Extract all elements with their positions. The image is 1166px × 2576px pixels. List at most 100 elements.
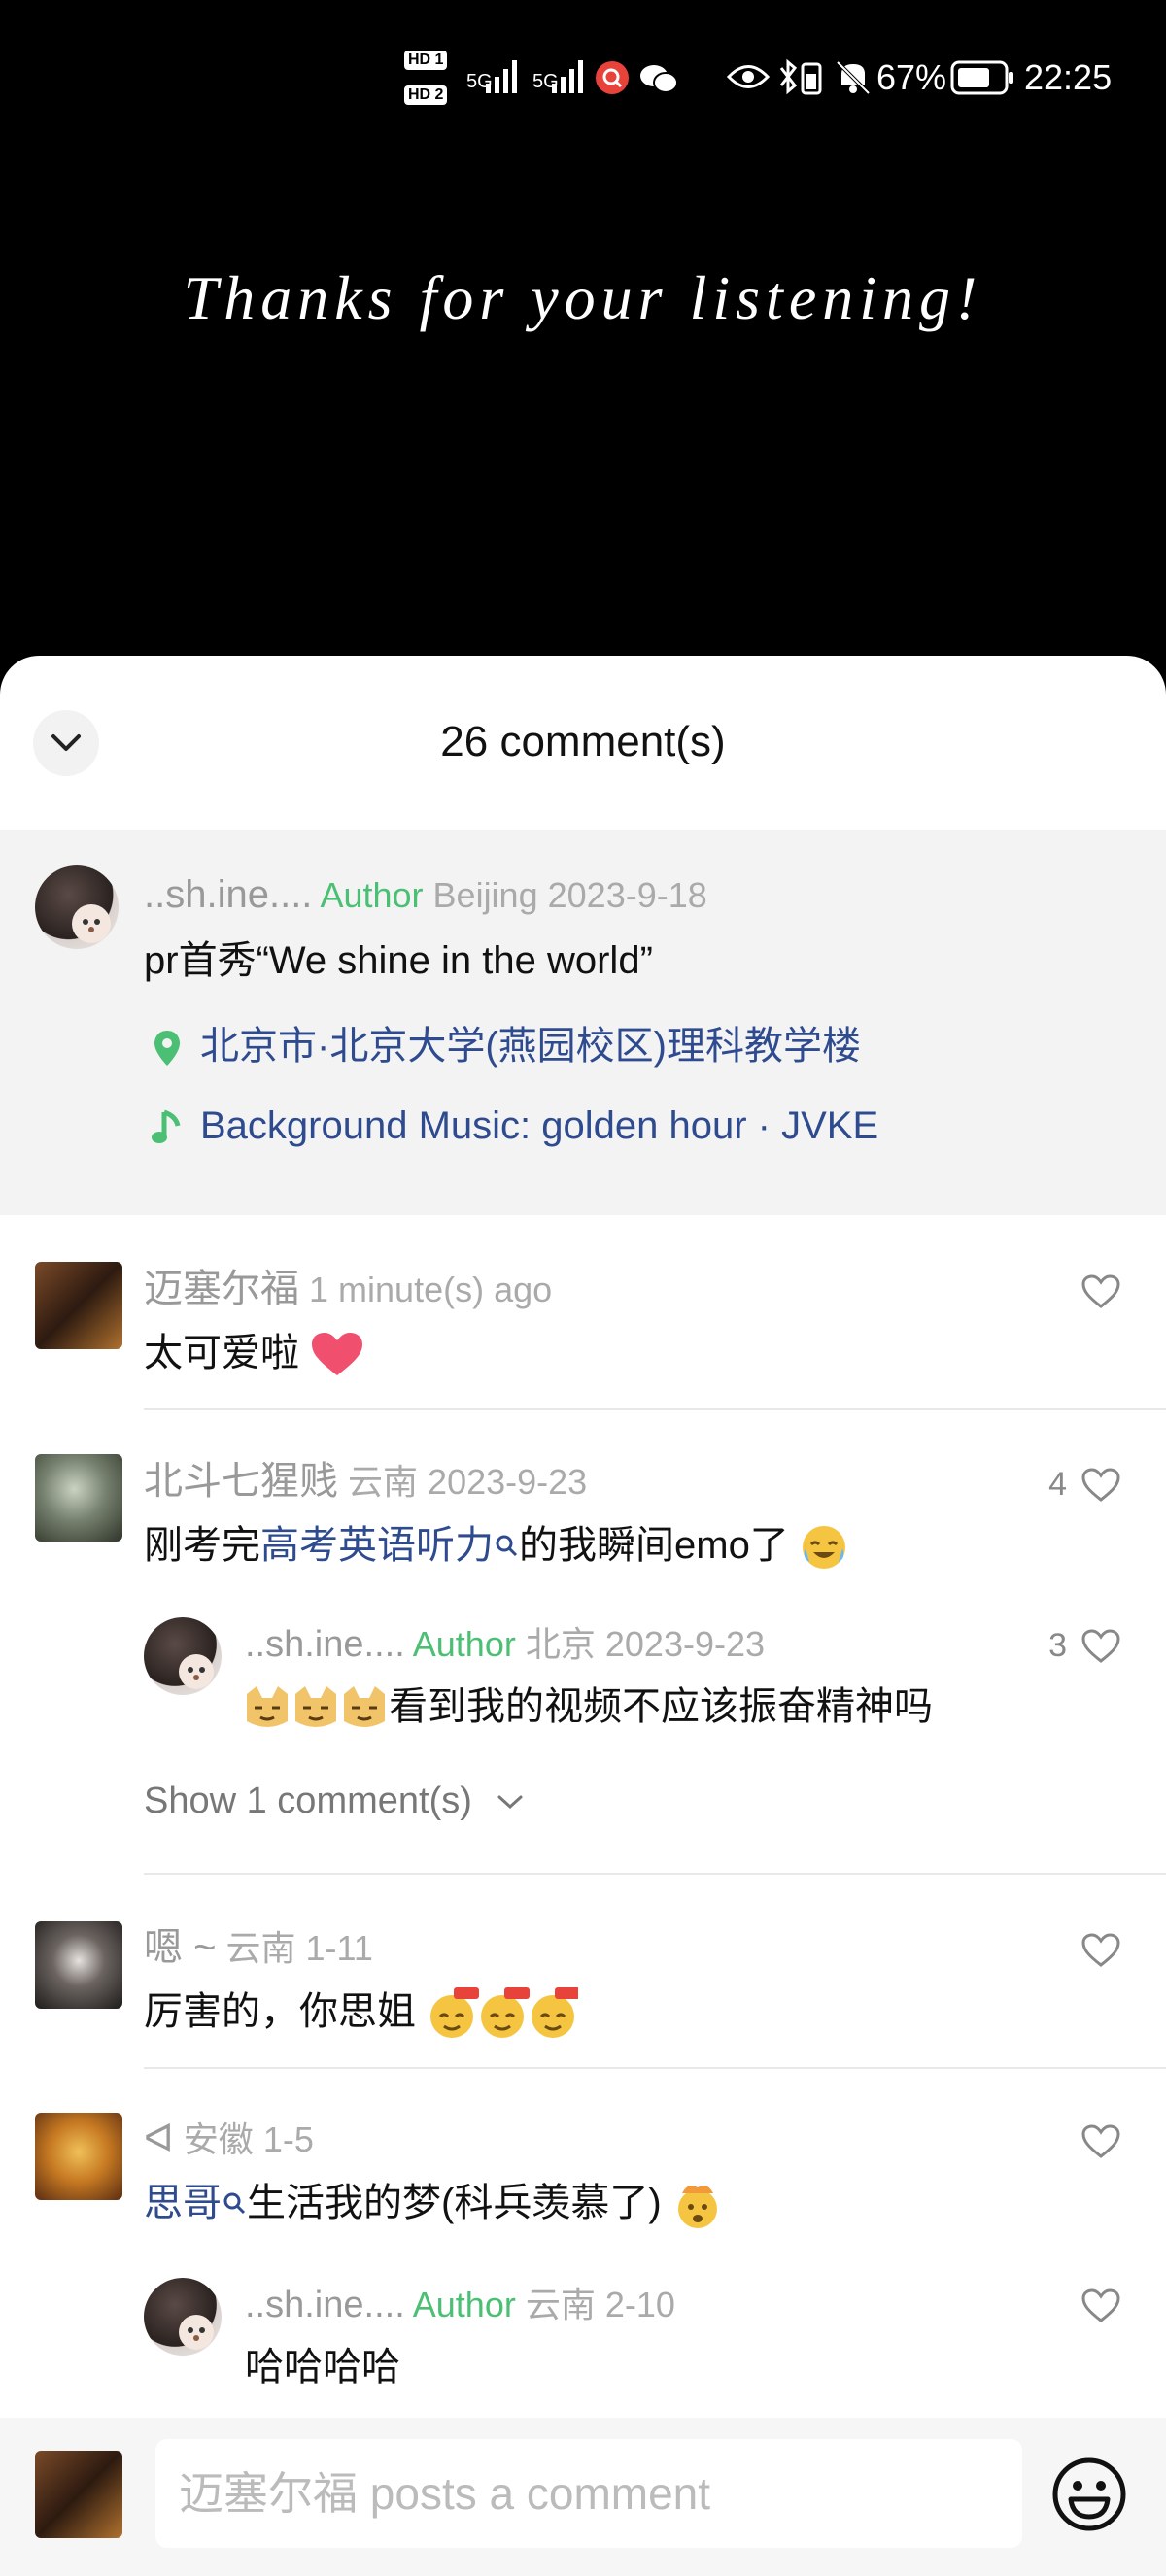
author-avatar[interactable] — [35, 865, 119, 949]
comment-meta: ᐊ 安徽 1-5 — [144, 2116, 314, 2163]
chevron-down-icon — [497, 1795, 523, 1809]
commenter-avatar[interactable] — [35, 1454, 122, 1542]
laughing-crying-emoji-icon — [802, 1526, 845, 1570]
post-username[interactable]: ..sh.ine.... — [144, 873, 312, 916]
hd1-badge: HD 1 — [404, 51, 448, 70]
thumbs-up-666-emoji-icon — [430, 1987, 579, 2039]
post-meta: ..sh.ine.... Author Beijing 2023-9-18 — [144, 871, 707, 919]
comment-text-suffix: 的我瞬间emo了 — [519, 1524, 789, 1567]
comment-input[interactable] — [155, 2439, 1022, 2548]
post-date: 2023-9-18 — [547, 875, 707, 915]
battery-percent: 67% — [876, 57, 947, 97]
status-bar: HD 1 HD 2 5G 5G 67% 22:25 — [0, 0, 1166, 165]
comment-location: 云南 — [348, 1462, 419, 1502]
search-icon — [223, 2192, 246, 2215]
post-music: Background Music: golden hour · JVKE — [200, 1104, 879, 1147]
reply-text: 看到我的视频不应该振奋精神吗 — [243, 1679, 933, 1734]
reply-date: 2-10 — [604, 2285, 675, 2324]
post-place-link[interactable]: 北京市·北京大学(燕园校区)理科教学楼 — [148, 1019, 861, 1073]
music-note-icon — [152, 1110, 181, 1144]
comment-meta: 嗯 ~ 云南 1-11 — [144, 1924, 373, 1972]
comment-count: 26 comment(s) — [440, 718, 726, 765]
reply-username[interactable]: ..sh.ine.... — [245, 2285, 405, 2325]
comment-location: 安徽 — [183, 2119, 254, 2159]
commenter-avatar[interactable] — [35, 2113, 122, 2200]
commenter-name[interactable]: 嗯 ~ — [144, 1926, 216, 1969]
comment-sheet: 26 comment(s) ..sh.ine.... Author Beijin… — [0, 656, 1166, 2576]
comment-date: 2023-9-23 — [428, 1462, 588, 1502]
comment-location: 云南 — [225, 1928, 296, 1968]
comment-text: 太可爱啦 — [144, 1326, 364, 1380]
heart-outline-icon — [1081, 2124, 1120, 2158]
reply-text-content: 看到我的视频不应该振奋精神吗 — [389, 1685, 933, 1728]
clock: 22:25 — [1024, 57, 1113, 97]
like-button[interactable] — [1067, 1932, 1121, 1969]
hd2-badge: HD 2 — [404, 85, 448, 105]
commenter-name[interactable]: ᐊ — [144, 2118, 174, 2160]
search-link[interactable]: 高考英语听力 — [260, 1524, 494, 1567]
comment-text: 刚考完高考英语听力 的我瞬间emo了 — [144, 1518, 848, 1573]
my-avatar[interactable] — [35, 2451, 122, 2538]
search-app-icon — [596, 61, 629, 94]
commenter-name[interactable]: 迈塞尔福 — [144, 1268, 299, 1310]
comment-text: 思哥 生活我的梦(科兵羡慕了) — [144, 2176, 723, 2230]
commenter-name[interactable]: 北斗七猩贱 — [144, 1460, 338, 1503]
commenter-avatar[interactable] — [35, 1262, 122, 1349]
comment-meta: 迈塞尔福 1 minute(s) ago — [144, 1266, 552, 1313]
signal-icon-1 — [486, 60, 517, 93]
post-info: ..sh.ine.... Author Beijing 2023-9-18 pr… — [0, 830, 1166, 1215]
like-button[interactable] — [1067, 1273, 1121, 1310]
comment-text-prefix: 刚考完 — [144, 1524, 260, 1567]
reply-location: 北京 — [525, 1624, 596, 1664]
like-button[interactable]: 3 — [1048, 1627, 1121, 1665]
emoji-picker-icon[interactable] — [1051, 2457, 1127, 2532]
sheet-header: 26 comment(s) — [0, 656, 1166, 830]
heart-outline-icon — [1081, 1628, 1120, 1663]
heart-outline-icon — [1081, 2288, 1120, 2322]
comment-date: 1-11 — [305, 1928, 373, 1968]
comment-text-suffix: 生活我的梦(科兵羡慕了) — [247, 2182, 662, 2224]
author-tag: Author — [412, 2285, 516, 2324]
show-more-replies-button[interactable]: Show 1 comment(s) — [144, 1780, 527, 1822]
author-tag: Author — [412, 1624, 516, 1664]
post-music-link[interactable]: Background Music: golden hour · JVKE — [148, 1099, 878, 1153]
author-tag: Author — [320, 875, 424, 915]
reply-username[interactable]: ..sh.ine.... — [245, 1624, 405, 1665]
heart-outline-icon — [1081, 1467, 1120, 1502]
like-count: 4 — [1048, 1466, 1067, 1503]
divider — [144, 1873, 1166, 1875]
show-more-label: Show 1 comment(s) — [144, 1780, 472, 1821]
reply-text: 哈哈哈哈 — [245, 2346, 400, 2389]
like-button[interactable] — [1067, 2288, 1121, 2324]
heart-outline-icon — [1081, 1274, 1120, 1308]
comment-text-content: 厉害的，你思姐 — [144, 1990, 416, 2033]
heart-outline-icon — [1081, 1933, 1120, 1967]
comment-text-content: 太可爱啦 — [144, 1332, 299, 1374]
post-text: pr首秀“We shine in the world” — [144, 939, 653, 982]
reply-meta: ..sh.ine.... Author 云南 2-10 — [245, 2282, 675, 2328]
comment-input-bar — [0, 2418, 1166, 2576]
wechat-icon — [640, 65, 678, 93]
location-pin-icon — [154, 1031, 180, 1067]
heart-emoji-icon — [312, 1333, 363, 1376]
divider — [144, 1408, 1166, 1410]
like-button[interactable]: 4 — [1048, 1466, 1121, 1504]
like-count: 3 — [1048, 1627, 1067, 1664]
video-title: Thanks for your listening! — [183, 263, 983, 332]
commenter-avatar[interactable] — [35, 1921, 122, 2009]
reply-location: 云南 — [525, 2285, 596, 2324]
divider — [144, 2067, 1166, 2069]
like-button[interactable] — [1067, 2123, 1121, 2160]
search-link[interactable]: 思哥 — [144, 2182, 222, 2224]
eye-icon — [727, 65, 770, 88]
search-icon — [496, 1535, 518, 1557]
reply-avatar[interactable] — [144, 2278, 222, 2356]
battery-icon — [950, 60, 1013, 95]
comment-date: 1-5 — [262, 2119, 314, 2159]
comment-text: 厉害的，你思姐 — [144, 1984, 579, 2040]
cat-emoji-icon — [247, 1686, 385, 1728]
reply-date: 2023-9-23 — [604, 1624, 766, 1664]
reply-avatar[interactable] — [144, 1617, 222, 1695]
post-location: Beijing — [432, 875, 538, 915]
reply-meta: ..sh.ine.... Author 北京 2023-9-23 — [245, 1621, 765, 1668]
